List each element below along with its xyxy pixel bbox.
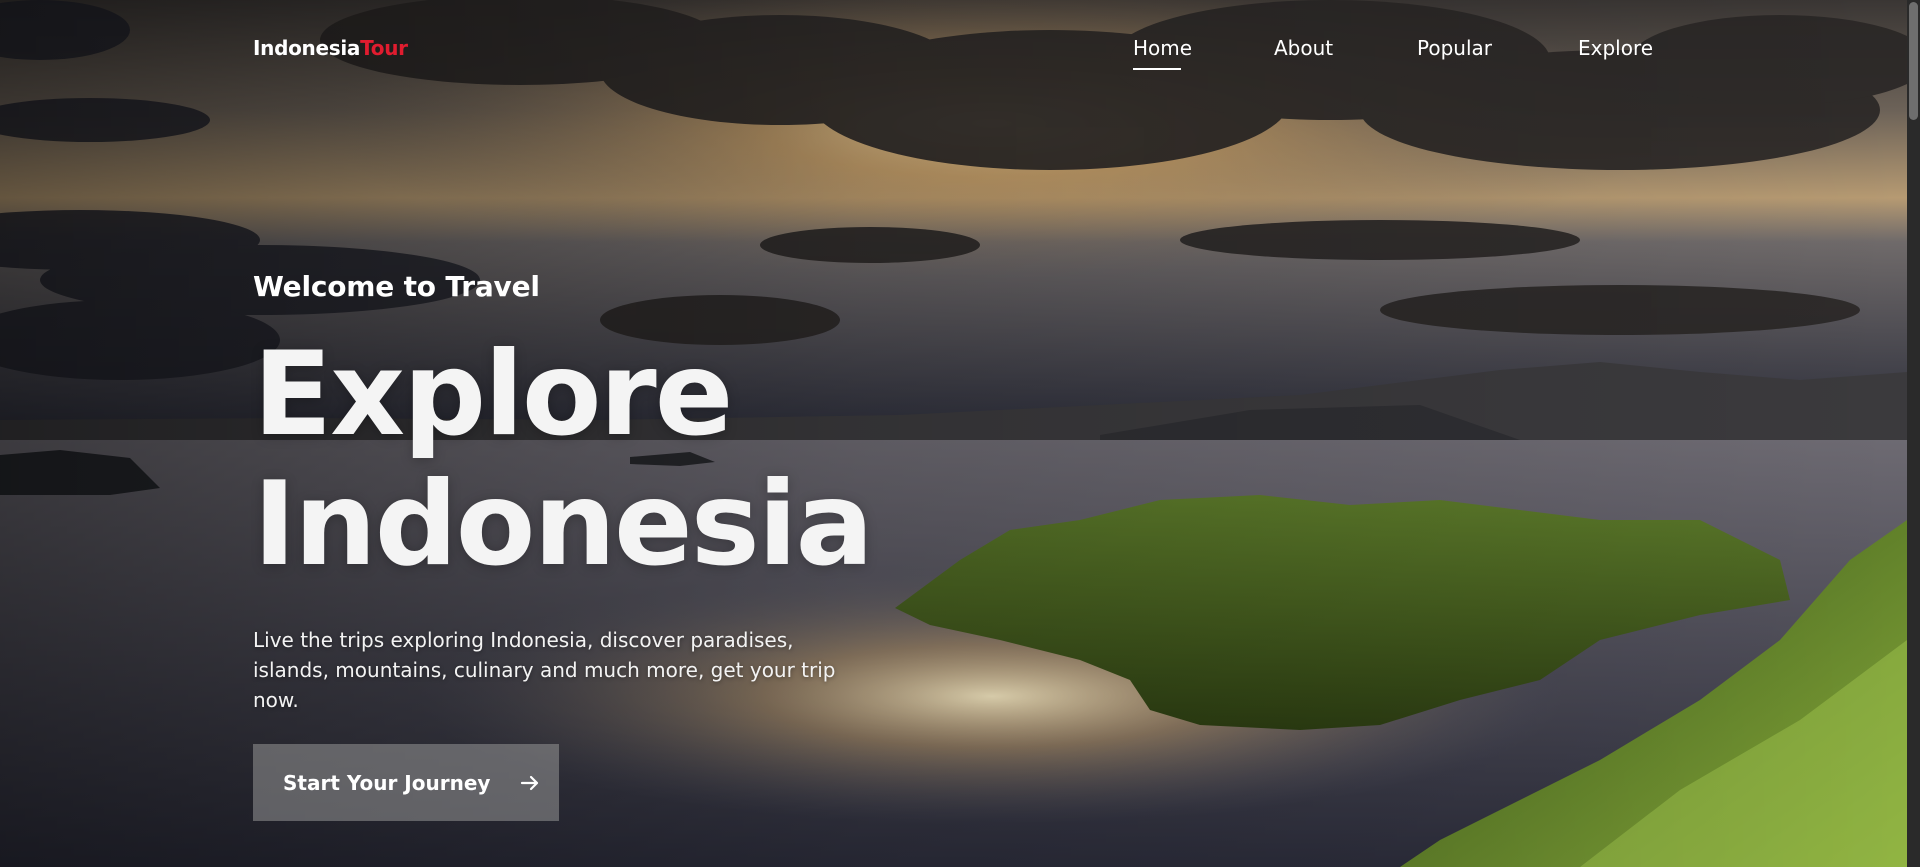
hero-title-line-2: Indonesia xyxy=(253,457,874,592)
scrollbar-thumb[interactable] xyxy=(1909,2,1918,120)
start-journey-button[interactable]: Start Your Journey xyxy=(253,744,559,821)
main-nav: Home About Popular Explore xyxy=(0,36,1907,76)
nav-link-popular[interactable]: Popular xyxy=(1417,36,1492,60)
page-scrollbar[interactable] xyxy=(1907,0,1920,867)
nav-link-home[interactable]: Home xyxy=(1133,36,1192,70)
hero-description: Live the trips exploring Indonesia, disc… xyxy=(253,628,836,712)
hero-subtitle: Welcome to Travel xyxy=(253,270,540,303)
nav-link-explore[interactable]: Explore xyxy=(1578,36,1653,60)
nav-link-about[interactable]: About xyxy=(1274,36,1333,60)
arrow-right-icon xyxy=(520,773,540,793)
page-viewport: Indonesia Tour Home About Popular Explor… xyxy=(0,0,1907,867)
hero-title-line-1: Explore xyxy=(253,327,733,462)
hero-title: Explore Indonesia xyxy=(253,330,933,590)
start-journey-label: Start Your Journey xyxy=(283,770,491,795)
hero-section: Welcome to Travel Explore Indonesia Live… xyxy=(253,266,933,821)
site-header: Indonesia Tour Home About Popular Explor… xyxy=(0,0,1907,100)
